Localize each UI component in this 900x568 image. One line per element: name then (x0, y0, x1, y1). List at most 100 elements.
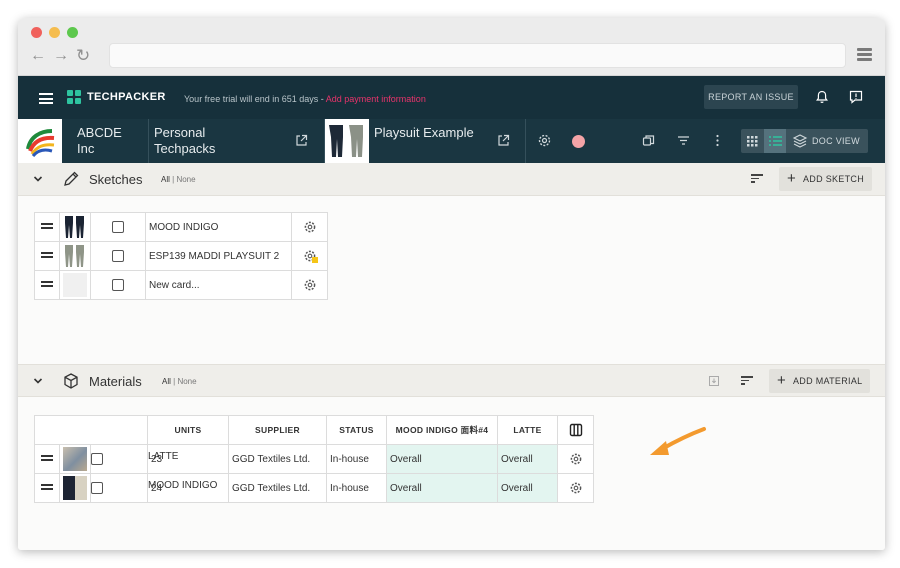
filter-all-link[interactable]: All (161, 175, 170, 184)
sketches-filter: All | None (161, 175, 196, 184)
bell-icon[interactable] (814, 89, 830, 105)
column-header-status[interactable]: STATUS (326, 415, 387, 445)
row-checkbox[interactable] (91, 453, 103, 465)
reload-icon[interactable]: ↻ (76, 47, 90, 65)
folder-cell[interactable]: Personal Techpacks (149, 119, 325, 163)
gear-icon[interactable] (569, 481, 583, 495)
company-cell[interactable]: ABCDE Inc (62, 119, 149, 163)
latte-cell[interactable]: Overall (497, 444, 558, 474)
list-view-button[interactable] (764, 129, 786, 153)
forward-arrow-icon[interactable]: → (53, 47, 69, 65)
gear-icon[interactable] (303, 249, 318, 263)
report-issue-button[interactable]: REPORT AN ISSUE (704, 85, 798, 109)
mood-indigo-cell[interactable]: Overall (386, 473, 498, 503)
sketches-section-header: Sketches All | None + ADD SKETCH (18, 163, 885, 196)
filter-none-link[interactable]: None (176, 175, 195, 184)
latte-cell[interactable]: Overall (497, 473, 558, 503)
pencil-icon (64, 171, 79, 186)
material-name[interactable]: MOOD INDIGO (148, 480, 217, 491)
cube-icon (64, 373, 78, 389)
list-icon (769, 136, 782, 146)
column-header-mood-indigo[interactable]: MOOD INDIGO 面料#4 (386, 415, 498, 445)
filter-none-link[interactable]: None (177, 377, 196, 386)
column-header-supplier[interactable]: SUPPLIER (228, 415, 327, 445)
drag-handle-icon[interactable] (41, 252, 53, 258)
columns-toggle-cell[interactable] (557, 415, 594, 445)
material-name[interactable]: LATTE (148, 451, 178, 462)
column-header-latte[interactable]: LATTE (497, 415, 558, 445)
open-external-icon[interactable] (496, 133, 511, 148)
sort-icon[interactable] (751, 174, 763, 184)
annotation-arrow-icon (650, 427, 706, 455)
row-checkbox[interactable] (112, 250, 124, 262)
plus-icon: + (777, 372, 787, 389)
add-sketch-label: ADD SKETCH (803, 174, 865, 184)
settings-gear-icon[interactable] (537, 133, 552, 148)
materials-section-body: UNITS SUPPLIER STATUS MOOD INDIGO 面料#4 L… (18, 397, 885, 550)
techpacker-logo-icon (67, 90, 81, 104)
drag-handle-icon[interactable] (41, 281, 53, 287)
header-spacer (34, 415, 148, 445)
empty-thumbnail (63, 273, 87, 297)
grid-view-button[interactable] (741, 129, 763, 153)
materials-table: UNITS SUPPLIER STATUS MOOD INDIGO 面料#4 L… (34, 415, 594, 503)
style-cell[interactable]: Playsuit Example (369, 119, 526, 163)
browser-window: ← → ↻ TECHPACKER Your free trial will en… (18, 18, 885, 550)
duplicate-icon[interactable] (641, 133, 656, 148)
status-cell[interactable]: In-house (326, 473, 387, 503)
sort-icon[interactable] (741, 376, 753, 386)
minimize-window-button[interactable] (49, 27, 60, 38)
download-icon[interactable] (708, 375, 720, 387)
trial-text: Your free trial will end in 651 days (184, 94, 319, 104)
table-row[interactable]: MOOD INDIGO (34, 212, 328, 242)
open-external-icon[interactable] (294, 133, 309, 148)
drag-handle-icon[interactable] (41, 484, 53, 490)
sketches-table: MOOD INDIGO ESP139 MADDI PLAYSUIT 2 New … (34, 212, 328, 300)
doc-view-button[interactable]: DOC VIEW (788, 129, 866, 153)
table-row[interactable]: 24 GGD Textiles Ltd. In-house Overall Ov… (34, 473, 594, 503)
material-thumbnail (63, 447, 87, 471)
trial-notice: Your free trial will end in 651 days - A… (184, 94, 426, 104)
sketch-label[interactable]: ESP139 MADDI PLAYSUIT 2 (145, 241, 292, 271)
sketch-label[interactable]: MOOD INDIGO (145, 212, 292, 242)
table-row[interactable]: New card... (34, 270, 328, 300)
gear-icon[interactable] (569, 452, 583, 466)
status-cell[interactable]: In-house (326, 444, 387, 474)
feedback-icon[interactable] (848, 89, 864, 105)
mood-indigo-cell[interactable]: Overall (386, 444, 498, 474)
filter-icon[interactable] (676, 133, 691, 148)
filter-all-link[interactable]: All (162, 377, 171, 386)
style-name: Playsuit Example (374, 125, 474, 140)
main-menu-icon[interactable] (39, 93, 53, 104)
close-window-button[interactable] (31, 27, 42, 38)
browser-menu-icon[interactable] (857, 48, 872, 62)
supplier-cell[interactable]: GGD Textiles Ltd. (228, 473, 327, 503)
status-indicator[interactable] (572, 135, 585, 148)
table-header-row: UNITS SUPPLIER STATUS MOOD INDIGO 面料#4 L… (34, 415, 594, 445)
gear-icon[interactable] (303, 220, 317, 234)
table-row[interactable]: 23 GGD Textiles Ltd. In-house Overall Ov… (34, 444, 594, 474)
chevron-down-icon[interactable] (32, 173, 44, 185)
chevron-down-icon[interactable] (32, 375, 44, 387)
add-sketch-button[interactable]: + ADD SKETCH (779, 167, 873, 191)
row-checkbox[interactable] (91, 482, 103, 494)
company-logo (18, 119, 62, 163)
style-thumbnail (325, 119, 369, 163)
column-header-units[interactable]: UNITS (147, 415, 229, 445)
gear-icon[interactable] (303, 278, 317, 292)
new-card-label[interactable]: New card... (145, 270, 292, 300)
table-row[interactable]: ESP139 MADDI PLAYSUIT 2 (34, 241, 328, 271)
columns-icon (569, 423, 582, 437)
more-options-icon[interactable] (710, 133, 725, 148)
row-checkbox[interactable] (112, 279, 124, 291)
add-material-button[interactable]: + ADD MATERIAL (769, 369, 871, 393)
drag-handle-icon[interactable] (41, 455, 53, 461)
address-bar[interactable] (109, 43, 846, 68)
maximize-window-button[interactable] (67, 27, 78, 38)
drag-handle-icon[interactable] (41, 223, 53, 229)
add-payment-link[interactable]: Add payment information (326, 94, 426, 104)
row-checkbox[interactable] (112, 221, 124, 233)
back-arrow-icon[interactable]: ← (30, 47, 46, 65)
supplier-cell[interactable]: GGD Textiles Ltd. (228, 444, 327, 474)
material-thumbnail (63, 476, 87, 500)
